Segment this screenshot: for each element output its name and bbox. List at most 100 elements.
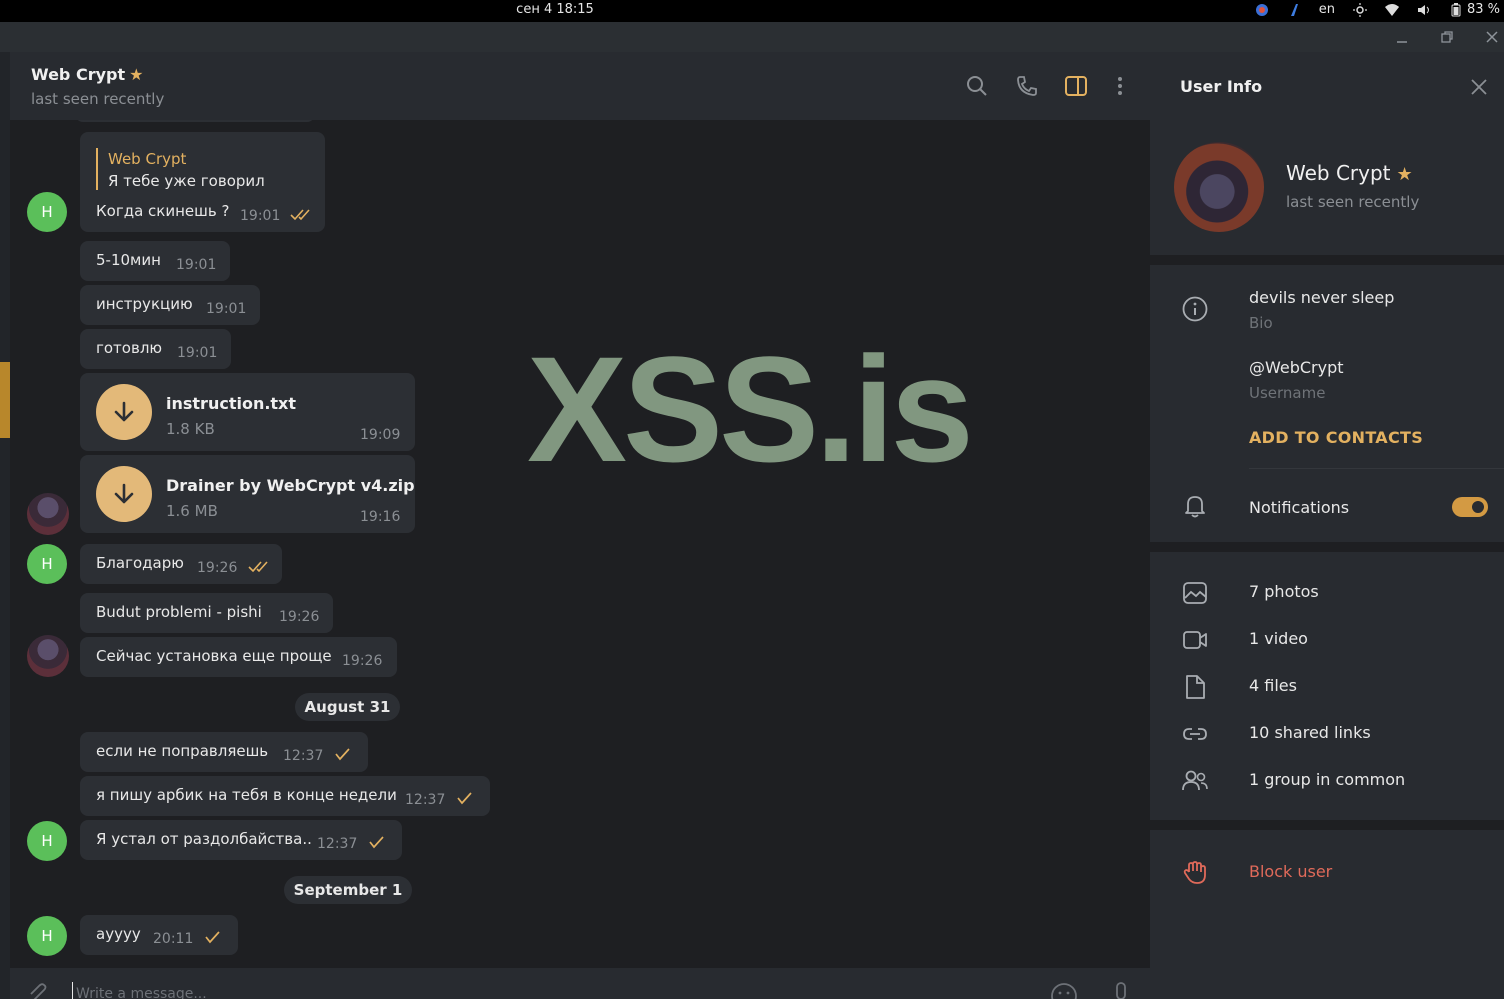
battery-icon [1449, 2, 1463, 17]
message-time: 19:09 [360, 427, 401, 443]
notifications-label: Notifications [1249, 498, 1350, 517]
message-bubble[interactable]: если не поправляешь 12:37 [80, 732, 368, 772]
chat-status: last seen recently [31, 90, 165, 108]
message-input[interactable]: Write a message... [76, 986, 207, 999]
profile-name: Web Crypt ★ [1286, 161, 1413, 185]
file-message[interactable]: instruction.txt 1.8 KB 19:09 [80, 373, 415, 451]
search-icon[interactable] [965, 74, 989, 98]
message-bubble[interactable]: ayyyy 20:11 [80, 915, 238, 955]
user-info-panel: User Info Web Crypt ★ last seen recently … [1150, 52, 1504, 999]
chat-panel: XSS.is Web Crypt Я тебе уже говорил Когд… [10, 52, 1150, 999]
notifications-toggle[interactable] [1452, 497, 1488, 517]
attach-icon[interactable] [28, 982, 52, 999]
message-time: 19:16 [360, 509, 401, 525]
avatar[interactable]: H [27, 821, 67, 861]
message-time: 19:01 [206, 301, 247, 317]
message-time: 19:01 [176, 257, 217, 273]
message-text: ayyyy [96, 925, 141, 943]
more-vert-icon[interactable] [1108, 74, 1132, 98]
message-time: 19:01 [177, 345, 218, 361]
avatar[interactable] [27, 635, 69, 677]
message-time: 12:37 [405, 792, 446, 808]
message-bubble[interactable]: Web Crypt Я тебе уже говорил Когда скине… [80, 132, 325, 232]
check-icon [456, 791, 474, 809]
divider [1150, 255, 1504, 265]
media-files[interactable]: 4 files [1249, 676, 1297, 695]
bell-icon [1182, 493, 1208, 519]
message-bubble[interactable]: 5-10мин 19:01 [80, 241, 230, 281]
app-icon[interactable] [1287, 3, 1301, 17]
message-bubble[interactable]: Budut problemi - pishi 19:26 [80, 593, 333, 633]
message-text: Я устал от раздолбайства.. [96, 830, 312, 848]
add-to-contacts-button[interactable]: ADD TO CONTACTS [1249, 428, 1423, 447]
avatar[interactable] [27, 493, 69, 535]
message-bubble[interactable]: готовлю 19:01 [80, 329, 231, 369]
minimize-button[interactable] [1382, 22, 1422, 52]
text-cursor [72, 982, 73, 999]
avatar[interactable]: H [27, 544, 67, 584]
message-bubble[interactable]: инструкцию 19:01 [80, 285, 260, 325]
file-name: Drainer by WebCrypt v4.zip [166, 476, 415, 495]
chat-title[interactable]: Web Crypt ★ [31, 65, 143, 84]
message-bubble[interactable]: я пишу арбик на тебя в конце недели 12:3… [80, 776, 490, 816]
phone-icon[interactable] [1015, 74, 1039, 98]
download-button[interactable] [96, 384, 152, 440]
avatar[interactable]: H [27, 916, 67, 956]
profile-name-text: Web Crypt [1286, 161, 1391, 185]
download-icon [114, 483, 134, 504]
emoji-icon[interactable] [1050, 982, 1078, 999]
message-text: инструкцию [96, 295, 193, 313]
check-icon [204, 930, 222, 948]
browser-icon[interactable] [1255, 3, 1269, 17]
file-message[interactable]: Drainer by WebCrypt v4.zip 1.6 MB 19:16 [80, 455, 415, 533]
profile-status: last seen recently [1286, 193, 1420, 211]
hand-stop-icon [1182, 859, 1208, 885]
reply-quote: Я тебе уже говорил [108, 172, 265, 190]
avatar[interactable]: H [27, 192, 67, 232]
file-name: instruction.txt [166, 394, 297, 413]
username-text[interactable]: @WebCrypt [1249, 358, 1344, 377]
restore-button[interactable] [1427, 22, 1467, 52]
bio-label: Bio [1249, 314, 1273, 332]
battery-indicator[interactable]: 83 % [1449, 2, 1500, 17]
microphone-icon[interactable] [1110, 982, 1132, 999]
video-icon [1182, 627, 1208, 653]
media-photos[interactable]: 7 photos [1249, 582, 1319, 601]
message-text: Благодарю [96, 554, 184, 572]
chat-list-edge [0, 52, 10, 999]
date-separator: August 31 [295, 693, 400, 721]
close-window-button[interactable] [1472, 22, 1504, 52]
message-bubble[interactable]: Я устал от раздолбайства.. 12:37 [80, 820, 402, 860]
message-text: если не поправляешь [96, 742, 269, 760]
system-tray: en 83 % [1255, 2, 1500, 17]
message-bubble[interactable]: Благодарю 19:26 [80, 544, 282, 584]
keyboard-language[interactable]: en [1319, 2, 1335, 17]
system-clock[interactable]: сен 4 18:15 [0, 2, 1110, 17]
file-size: 1.8 KB [166, 420, 215, 438]
close-icon[interactable] [1468, 76, 1490, 98]
message-text: я пишу арбик на тебя в конце недели [96, 786, 397, 804]
wifi-icon[interactable] [1384, 3, 1399, 17]
groups-in-common[interactable]: 1 group in common [1249, 770, 1405, 789]
download-icon [114, 401, 134, 422]
media-links[interactable]: 10 shared links [1249, 723, 1371, 742]
window-titlebar[interactable] [0, 22, 1504, 52]
toggle-knob [1470, 499, 1486, 515]
media-videos[interactable]: 1 video [1249, 629, 1308, 648]
sidebar-toggle-icon[interactable] [1064, 74, 1088, 98]
message-bubble[interactable]: Сейчас установка еще проще 19:26 [80, 637, 397, 677]
message-composer: Write a message... [10, 968, 1150, 999]
chat-header[interactable]: Web Crypt ★ last seen recently [10, 52, 1150, 120]
bio-text[interactable]: devils never sleep [1249, 288, 1394, 307]
battery-percent: 83 % [1466, 2, 1500, 17]
block-user-button[interactable]: Block user [1249, 862, 1332, 881]
link-icon [1182, 721, 1208, 747]
message-text: готовлю [96, 339, 163, 357]
double-check-icon [290, 207, 314, 225]
brightness-icon[interactable] [1352, 2, 1367, 17]
group-icon [1182, 768, 1208, 794]
message-time: 19:26 [197, 560, 238, 576]
profile-avatar[interactable] [1174, 142, 1264, 232]
download-button[interactable] [96, 466, 152, 522]
volume-icon[interactable] [1417, 3, 1431, 17]
